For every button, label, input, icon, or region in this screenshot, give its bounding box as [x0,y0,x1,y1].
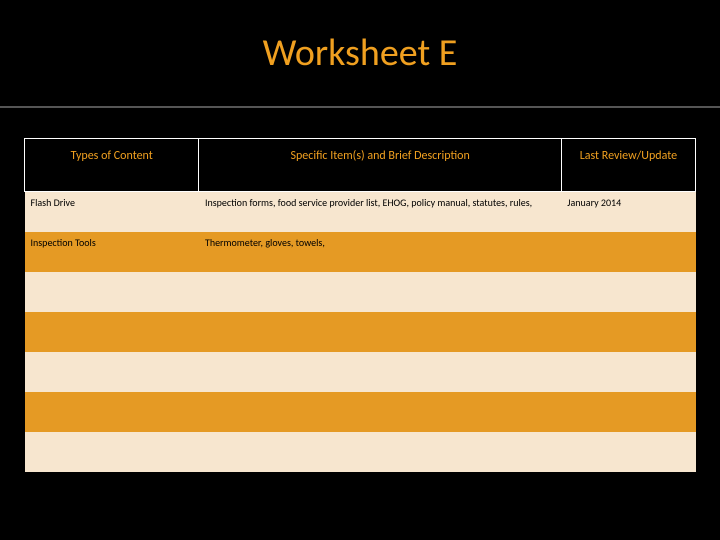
table-container: Types of Content Specific Item(s) and Br… [0,108,720,472]
cell-desc: Inspection forms, food service provider … [199,192,561,232]
page-title: Worksheet E [263,30,458,76]
cell-desc [199,392,561,432]
cell-date [561,432,695,472]
worksheet-table: Types of Content Specific Item(s) and Br… [24,138,696,472]
cell-type [25,392,199,432]
cell-type [25,432,199,472]
header-types-of-content: Types of Content [25,139,199,192]
table-row [25,432,696,472]
cell-type: Flash Drive [25,192,199,232]
cell-type [25,272,199,312]
table-row [25,352,696,392]
cell-date [561,312,695,352]
cell-desc [199,272,561,312]
table-row [25,312,696,352]
cell-type [25,312,199,352]
cell-desc [199,352,561,392]
cell-type [25,352,199,392]
cell-desc [199,432,561,472]
cell-date [561,272,695,312]
table-row [25,392,696,432]
cell-date [561,232,695,272]
cell-desc: Thermometer, gloves, towels, [199,232,561,272]
cell-date [561,392,695,432]
table-row: Inspection Tools Thermometer, gloves, to… [25,232,696,272]
cell-type: Inspection Tools [25,232,199,272]
cell-date: January 2014 [561,192,695,232]
cell-desc [199,312,561,352]
table-row [25,272,696,312]
table-header-row: Types of Content Specific Item(s) and Br… [25,139,696,192]
cell-date [561,352,695,392]
header-last-review: Last Review/Update [561,139,695,192]
header-specific-items: Specific Item(s) and Brief Description [199,139,561,192]
title-area: Worksheet E [0,0,720,108]
table-row: Flash Drive Inspection forms, food servi… [25,192,696,232]
